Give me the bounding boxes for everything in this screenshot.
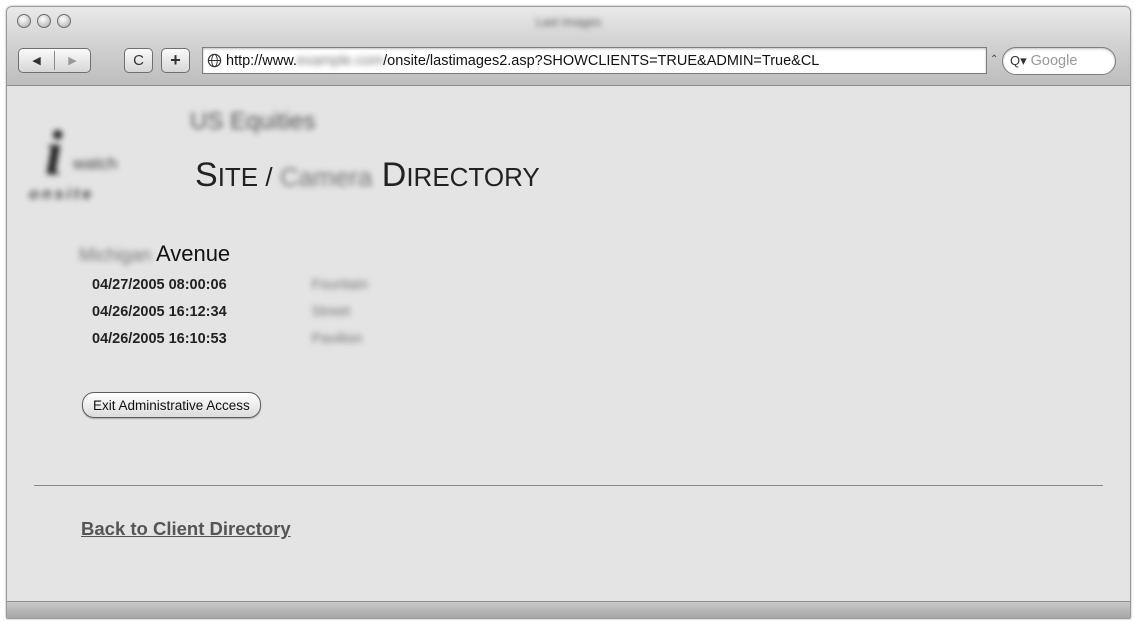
divider — [34, 485, 1103, 486]
exit-admin-button[interactable]: Exit Administrative Access — [82, 392, 261, 418]
logo-letter: i — [45, 117, 63, 188]
list-item: 04/27/2005 08:00:06 Fountain — [92, 276, 368, 303]
add-bookmark-button[interactable]: + — [161, 48, 190, 73]
search-icon[interactable]: Q▾ — [1010, 53, 1027, 69]
page-title: SITE / Camera DIRECTORY — [195, 156, 540, 195]
company-name: US Equities — [190, 108, 316, 135]
page-content: i watch onsite US Equities SITE / Camera… — [7, 86, 1130, 601]
entry-timestamp: 04/27/2005 08:00:06 — [92, 277, 227, 293]
window-title: Last Images — [535, 15, 602, 29]
address-bar[interactable]: http://www. example.com /onsite/lastimag… — [202, 47, 987, 74]
browser-chrome: Last Images ◀ ▶ C + http://www. example.… — [7, 7, 1130, 86]
list-item: 04/26/2005 16:10:53 Pavilion — [92, 330, 368, 357]
title-site-initial: S — [195, 156, 218, 194]
site-logo: i watch onsite — [25, 104, 165, 214]
location-label: Avenue — [155, 241, 231, 266]
forward-button[interactable]: ▶ — [55, 54, 90, 67]
url-path: /onsite/lastimages2.asp?SHOWCLIENTS=TRUE… — [383, 52, 820, 69]
url-prefix: http://www. — [226, 52, 297, 69]
back-button[interactable]: ◀ — [19, 54, 54, 67]
back-forward-buttons: ◀ ▶ — [18, 48, 91, 73]
search-placeholder: Google — [1030, 53, 1078, 69]
list-item: 04/26/2005 16:12:34 Street — [92, 303, 368, 330]
entry-camera-link[interactable]: Street — [311, 304, 350, 320]
location-redacted-name: Michigan — [79, 245, 152, 265]
entry-timestamp: 04/26/2005 16:10:53 — [92, 331, 227, 347]
reload-button[interactable]: C — [124, 48, 153, 73]
reload-icon: C — [133, 52, 144, 69]
title-directory-initial: D — [381, 156, 407, 194]
browser-window: Last Images ◀ ▶ C + http://www. example.… — [6, 6, 1131, 619]
title-site-rest: ITE / — [217, 162, 280, 192]
image-list: 04/27/2005 08:00:06 Fountain 04/26/2005 … — [92, 276, 368, 357]
plus-icon: + — [170, 50, 181, 70]
url-redacted-domain: example.com — [296, 52, 384, 69]
entry-camera-link[interactable]: Fountain — [311, 277, 367, 293]
globe-icon — [207, 53, 222, 68]
entry-camera-link[interactable]: Pavilion — [311, 331, 362, 347]
url-expand-icon[interactable]: ⌃ — [990, 54, 998, 65]
location-heading: Michigan Avenue — [79, 241, 230, 267]
title-redacted-word: Camera — [279, 162, 373, 192]
entry-timestamp: 04/26/2005 16:12:34 — [92, 304, 227, 320]
title-directory-rest: IRECTORY — [406, 162, 540, 192]
logo-word: watch — [73, 154, 118, 173]
window-bottom-bar — [7, 601, 1130, 618]
back-to-client-directory-link[interactable]: Back to Client Directory — [81, 518, 291, 540]
logo-tagline: onsite — [29, 186, 95, 203]
search-field[interactable]: Q▾ Google — [1002, 47, 1116, 75]
